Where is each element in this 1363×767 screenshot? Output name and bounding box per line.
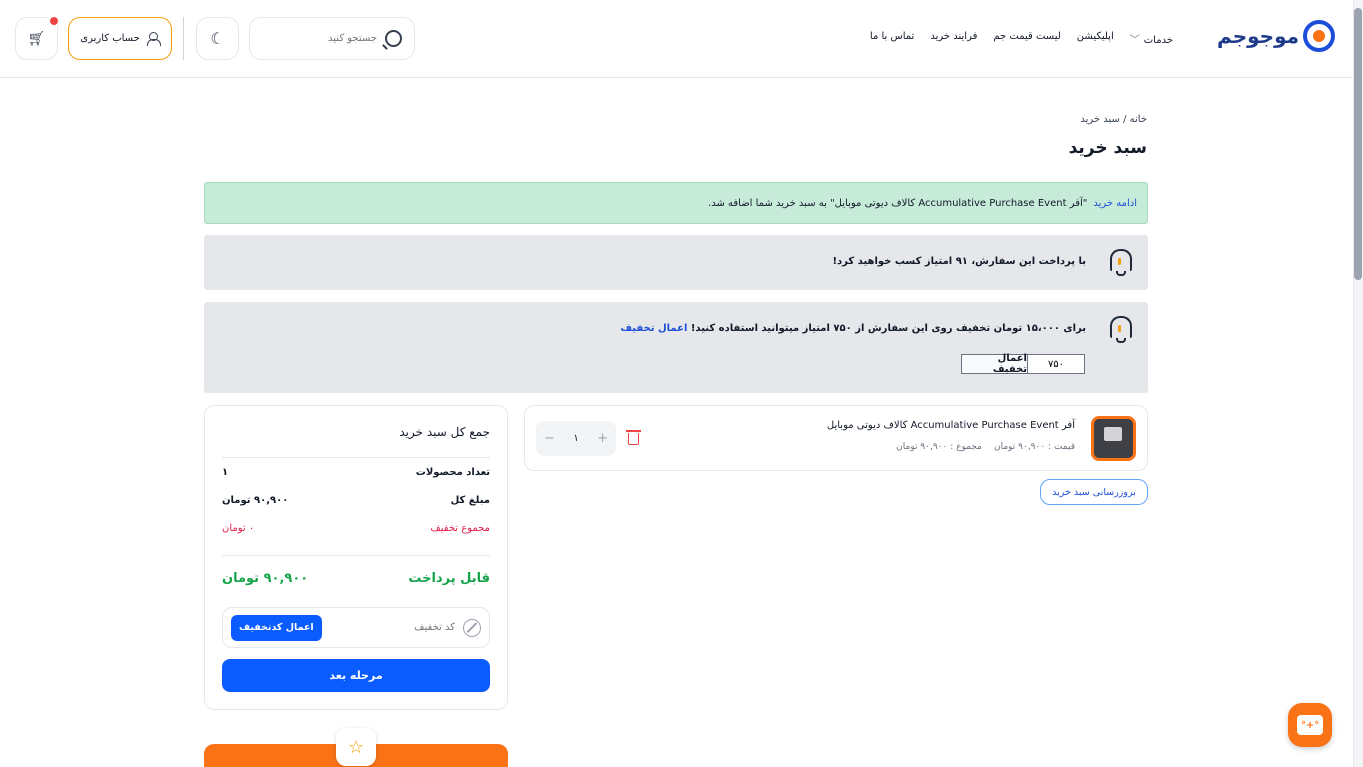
logo-text: موجوجم: [1217, 24, 1299, 48]
site-logo[interactable]: موجوجم: [1217, 20, 1335, 52]
success-message: "آفر Accumulative Purchase Event کالاف د…: [708, 197, 1088, 209]
coupon-box: اعمال کدتخفیف: [222, 607, 490, 648]
nav-services-label: خدمات: [1143, 35, 1173, 46]
nav-purchase-process[interactable]: فرایند خرید: [930, 31, 977, 46]
breadcrumb: خانه / سبد خرید: [1080, 114, 1147, 125]
star-icon[interactable]: ☆: [336, 728, 376, 766]
summary-divider: [222, 555, 490, 556]
apply-coupon-button[interactable]: اعمال کدتخفیف: [231, 614, 322, 641]
points-earn-notice: با پرداخت این سفارش، ۹۱ امتیاز کسب خواهی…: [204, 235, 1148, 290]
points-discount-notice: برای ۱۵،۰۰۰ تومان تخفیف روی این سفارش از…: [204, 302, 1148, 393]
cart-notification-badge: [48, 15, 60, 27]
search-box[interactable]: [249, 17, 415, 60]
account-button[interactable]: حساب کاربری: [68, 17, 172, 60]
logo-icon: [1303, 20, 1335, 52]
apply-discount-link[interactable]: اعمال تخفیف: [620, 323, 687, 334]
nav-services[interactable]: خدمات﹀: [1130, 31, 1173, 46]
summary-divider: [222, 457, 490, 458]
continue-shopping-link[interactable]: ادامه خرید: [1093, 198, 1137, 209]
cart-button[interactable]: 🛒︎: [15, 15, 60, 60]
increase-quantity-button[interactable]: +: [597, 431, 608, 446]
update-cart-button[interactable]: بروزرسانی سبد خرید: [1040, 479, 1148, 505]
account-label: حساب کاربری: [80, 33, 140, 44]
coupon-input[interactable]: [329, 622, 455, 633]
breadcrumb-home[interactable]: خانه /: [1123, 114, 1147, 125]
summary-subtotal-row: مبلغ کل ۹۰,۹۰۰ تومان: [222, 495, 490, 506]
payable-value: ۹۰,۹۰۰ تومان: [222, 571, 309, 586]
search-input[interactable]: [277, 33, 377, 44]
points-discount-message: برای ۱۵،۰۰۰ تومان تخفیف روی این سفارش از…: [620, 323, 1086, 334]
apply-points-button[interactable]: اعمال تخفیف: [961, 353, 1028, 375]
cart-icon: 🛒︎: [27, 30, 46, 47]
product-price: قیمت : ۹۰,۹۰۰ تومان: [993, 442, 1075, 452]
product-thumbnail[interactable]: [1091, 416, 1136, 461]
count-value: ۱: [222, 467, 229, 478]
page-title: سبد خرید: [1068, 138, 1147, 158]
discount-value: ۰ تومان: [222, 523, 255, 534]
nav-application[interactable]: اپلیکیشن: [1077, 31, 1114, 46]
bell-icon: [1107, 247, 1133, 276]
scrollbar-thumb[interactable]: [1354, 8, 1362, 280]
product-total: مجموع : ۹۰,۹۰۰ تومان: [896, 442, 982, 452]
support-chat-button[interactable]: °+°: [1288, 703, 1332, 747]
theme-toggle-button[interactable]: ☾: [196, 17, 239, 60]
chat-icon: °+°: [1297, 715, 1323, 735]
summary-payable-row: قابل پرداخت ۹۰,۹۰۰ تومان: [222, 571, 490, 586]
points-discount-text: برای ۱۵،۰۰۰ تومان تخفیف روی این سفارش از…: [690, 323, 1086, 334]
header-divider: [183, 17, 184, 60]
success-alert: ادامه خرید "آفر Accumulative Purchase Ev…: [204, 182, 1148, 224]
cart-summary: جمع کل سبد خرید تعداد محصولات ۱ مبلغ کل …: [204, 405, 508, 710]
product-name[interactable]: آفر Accumulative Purchase Event کالاف دی…: [827, 420, 1075, 431]
chevron-down-icon: ﹀: [1129, 35, 1140, 46]
summary-count-row: تعداد محصولات ۱: [222, 467, 490, 478]
main-nav: خدمات﹀ اپلیکیشن لیست قیمت جم فرایند خرید…: [870, 31, 1173, 46]
summary-title: جمع کل سبد خرید: [399, 425, 490, 439]
quantity-stepper: − ۱ +: [536, 421, 616, 456]
discount-icon: [463, 618, 481, 637]
decrease-quantity-button[interactable]: −: [544, 431, 555, 446]
bell-icon: [1107, 314, 1133, 343]
next-step-button[interactable]: مرحله بعد: [222, 659, 490, 692]
subtotal-value: ۹۰,۹۰۰ تومان: [222, 495, 289, 506]
moon-icon: ☾: [210, 29, 225, 48]
site-header: موجوجم خدمات﹀ اپلیکیشن لیست قیمت جم فرای…: [0, 0, 1353, 78]
user-icon: [146, 31, 161, 46]
discount-label: مجموع تخفیف: [430, 523, 490, 534]
page-scrollbar[interactable]: [1353, 0, 1363, 767]
quantity-value[interactable]: ۱: [573, 433, 578, 444]
breadcrumb-current: سبد خرید: [1080, 114, 1120, 125]
count-label: تعداد محصولات: [415, 467, 490, 478]
points-input[interactable]: [1027, 354, 1085, 374]
nav-contact[interactable]: تماس با ما: [870, 31, 914, 46]
summary-discount-row: مجموع تخفیف ۰ تومان: [222, 523, 490, 534]
product-meta: قیمت : ۹۰,۹۰۰ تومان مجموع : ۹۰,۹۰۰ تومان: [896, 442, 1075, 452]
nav-price-list[interactable]: لیست قیمت جم: [993, 31, 1060, 46]
points-earn-text: با پرداخت این سفارش، ۹۱ امتیاز کسب خواهی…: [832, 256, 1086, 267]
trash-icon[interactable]: [626, 430, 641, 445]
search-icon[interactable]: [385, 30, 402, 47]
cart-item: آفر Accumulative Purchase Event کالاف دی…: [524, 405, 1148, 471]
payable-label: قابل پرداخت: [408, 571, 490, 586]
subtotal-label: مبلغ کل: [450, 495, 490, 506]
